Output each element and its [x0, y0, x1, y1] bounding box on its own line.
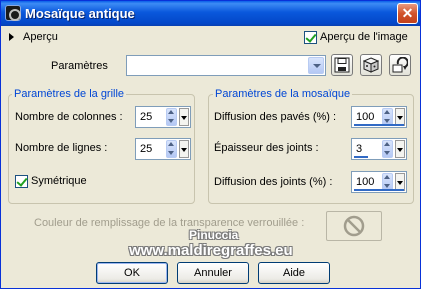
columns-label: Nombre de colonnes :	[15, 111, 123, 123]
tile-diffusion-level-bar	[354, 124, 404, 126]
joint-diffusion-spinner[interactable]: 100	[351, 171, 407, 193]
help-button[interactable]: Aide	[258, 262, 330, 284]
dice-icon	[363, 57, 379, 73]
cancel-button[interactable]: Annuler	[177, 262, 249, 284]
fill-color-label: Couleur de remplissage de la transparenc…	[34, 217, 305, 229]
symmetric-label: Symétrique	[31, 175, 87, 187]
symmetric-checkbox[interactable]	[15, 175, 28, 188]
expand-preview-icon[interactable]	[9, 33, 14, 41]
reset-preset-icon	[392, 57, 408, 73]
chevron-down-icon[interactable]	[308, 57, 324, 74]
random-button[interactable]	[360, 54, 382, 76]
rows-spin-arrows[interactable]	[166, 140, 177, 158]
fill-color-swatch[interactable]	[326, 211, 382, 241]
dialog-window: Mosaïque antique ✕ Aperçu Aperçu de l'im…	[0, 0, 421, 289]
columns-spinner[interactable]: 25	[135, 106, 191, 128]
watermark-site: www.maldiregraffes.eu	[129, 242, 293, 259]
save-icon	[334, 57, 350, 73]
presets-label: Paramètres	[51, 60, 108, 72]
prohibited-icon	[343, 215, 365, 237]
presets-combo[interactable]	[126, 55, 326, 76]
joint-thickness-dropdown[interactable]	[395, 140, 405, 158]
joint-diffusion-label: Diffusion des joints (%) :	[214, 176, 333, 188]
joint-diffusion-value: 100	[356, 176, 375, 188]
joint-thickness-value: 3	[356, 143, 363, 155]
rows-label: Nombre de lignes :	[15, 142, 108, 154]
grid-settings-legend: Paramètres de la grille	[12, 88, 127, 100]
columns-spin-arrows[interactable]	[166, 108, 177, 126]
mosaic-settings-legend: Paramètres de la mosaïque	[213, 88, 353, 100]
close-button[interactable]: ✕	[397, 3, 418, 24]
columns-dropdown[interactable]	[179, 108, 189, 126]
title-bar[interactable]: Mosaïque antique ✕	[1, 1, 420, 26]
rows-spinner[interactable]: 25	[135, 138, 191, 160]
save-preset-button[interactable]	[331, 54, 353, 76]
window-title: Mosaïque antique	[25, 6, 135, 21]
joint-thickness-spin-arrows[interactable]	[382, 140, 393, 158]
ok-button[interactable]: OK	[96, 262, 168, 284]
joint-thickness-label: Épaisseur des joints :	[214, 142, 319, 154]
preview-toggle-label[interactable]: Aperçu	[23, 31, 58, 43]
rows-dropdown[interactable]	[179, 140, 189, 158]
image-preview-checkbox[interactable]	[304, 31, 317, 44]
rows-value: 25	[140, 143, 153, 155]
columns-value: 25	[140, 111, 153, 123]
tile-diffusion-label: Diffusion des pavés (%) :	[214, 111, 337, 123]
tile-diffusion-value: 100	[356, 111, 375, 123]
watermark-author: Pinuccia	[189, 228, 239, 242]
tile-diffusion-spinner[interactable]: 100	[351, 106, 407, 128]
app-icon	[5, 5, 21, 21]
reset-button[interactable]	[389, 54, 411, 76]
joint-thickness-spinner[interactable]: 3	[351, 138, 407, 160]
joint-diffusion-level-bar	[354, 189, 404, 191]
joint-thickness-level-bar	[354, 156, 368, 158]
image-preview-label: Aperçu de l'image	[320, 31, 408, 43]
